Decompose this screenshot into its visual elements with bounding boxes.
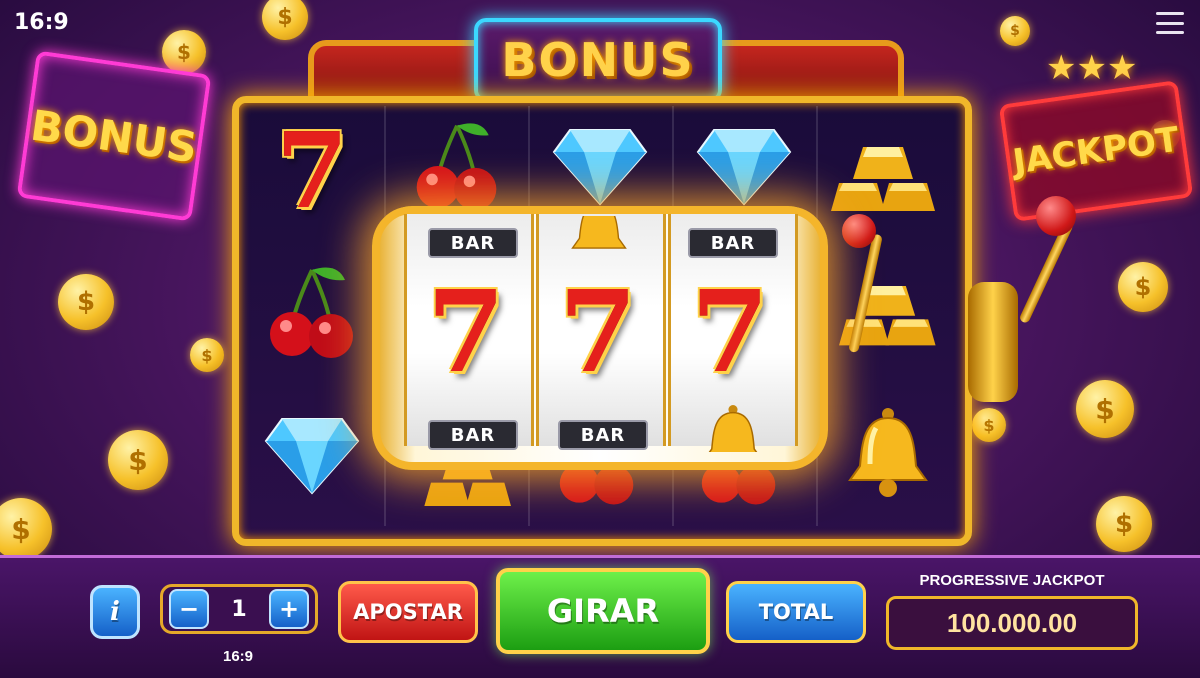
diamond-icon xyxy=(552,124,648,208)
progressive-jackpot-title: PROGRESSIVE JACKPOT xyxy=(919,572,1105,589)
top-bonus-text: BONUS xyxy=(501,33,695,87)
bar-symbol: BAR xyxy=(688,228,778,258)
coin-icon: $ xyxy=(58,274,114,330)
coin-icon: $ xyxy=(190,338,224,372)
bet-decrease-button[interactable]: − xyxy=(169,589,209,629)
menu-icon[interactable] xyxy=(1156,12,1184,34)
seven-symbol: 7 xyxy=(275,108,349,232)
girar-spin-button[interactable]: GIRAR xyxy=(496,568,710,654)
jackpot-sign-text: JACKPOT xyxy=(1010,119,1182,183)
jackpot-amount: 100.000.00 xyxy=(946,607,1078,638)
apostar-button[interactable]: APOSTAR xyxy=(338,581,478,643)
bell-icon xyxy=(838,404,938,500)
cherry-icon xyxy=(262,262,362,362)
info-button[interactable]: i xyxy=(90,585,140,639)
bonus-sign-text: BONUS xyxy=(27,100,201,172)
coin-icon: $ xyxy=(108,430,168,490)
gold-bars-icon xyxy=(828,132,946,218)
coin-icon: $ xyxy=(1076,380,1134,438)
aspect-ratio-label: 16:9 xyxy=(14,10,69,35)
bet-increase-button[interactable]: + xyxy=(269,589,309,629)
coin-icon: $ xyxy=(972,408,1006,442)
top-bonus-sign: BONUS xyxy=(474,18,722,102)
bet-value: 1 xyxy=(231,596,247,622)
stars-icon: ★★★ xyxy=(1046,48,1138,88)
bet-caption: 16:9 xyxy=(222,648,254,665)
bonus-neon-sign: BONUS xyxy=(16,50,212,222)
coin-icon: $ xyxy=(1096,496,1152,552)
coin-icon: $ xyxy=(1000,16,1030,46)
bar-symbol: BAR xyxy=(428,420,518,450)
coin-icon: $ xyxy=(162,30,206,74)
bell-icon xyxy=(560,216,638,262)
bet-stepper[interactable]: − 1 + xyxy=(160,584,318,634)
coin-icon: $ xyxy=(1118,262,1168,312)
seven-symbol: 7 xyxy=(427,266,505,398)
bell-icon xyxy=(694,402,772,452)
lever-knob[interactable] xyxy=(842,214,876,248)
lever-base xyxy=(968,282,1018,402)
seven-symbol: 7 xyxy=(691,266,769,398)
cherry-icon xyxy=(412,118,502,214)
coin-icon: $ xyxy=(262,0,308,40)
jackpot-neon-sign: JACKPOT xyxy=(998,80,1194,222)
progressive-jackpot-value: 100.000.00 xyxy=(886,596,1138,650)
diamond-icon xyxy=(262,410,362,500)
bar-symbol: BAR xyxy=(558,420,648,450)
lever-knob[interactable] xyxy=(1036,196,1076,236)
info-icon: i xyxy=(110,597,120,627)
coin-icon: $ xyxy=(0,498,52,560)
lever-arm xyxy=(1018,220,1075,325)
total-button[interactable]: TOTAL xyxy=(726,581,866,643)
diamond-icon xyxy=(696,124,792,208)
bar-symbol: BAR xyxy=(428,228,518,258)
seven-symbol: 7 xyxy=(559,266,637,398)
